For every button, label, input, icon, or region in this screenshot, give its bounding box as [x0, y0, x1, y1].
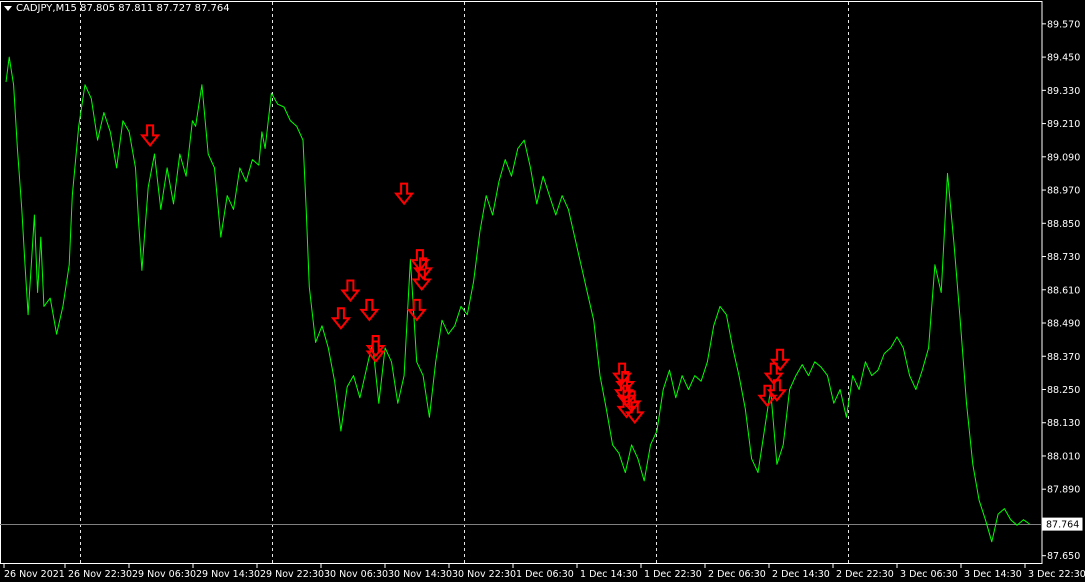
sell-arrow-icon[interactable]	[365, 340, 386, 364]
y-tick-label: 88.130	[1047, 418, 1080, 429]
sell-arrow-icon[interactable]	[394, 182, 415, 206]
chart-window: CADJPY,M15 87.805 87.811 87.727 87.764 8…	[0, 0, 1085, 582]
x-tick-label: 2 Dec 14:30	[772, 569, 830, 580]
sell-arrow-icon[interactable]	[330, 307, 351, 330]
sell-arrow-icon[interactable]	[139, 124, 161, 148]
last-price-label: 87.764	[1046, 520, 1079, 531]
x-tick-label: 2 Dec 22:30	[836, 569, 894, 580]
x-tick-label: 1 Dec 06:30	[516, 569, 574, 580]
x-tick-label: 3 Dec 22:30	[1028, 569, 1085, 580]
x-tick-label: 3 Dec 14:30	[964, 569, 1022, 580]
x-tick-label: 3 Dec 06:30	[900, 569, 958, 580]
price-chart[interactable]: 89.570 89.450 89.330 89.210 89.090 88.970 88.8…	[0, 0, 1085, 582]
x-tick-label: 26 Nov 2021	[4, 569, 65, 580]
sell-arrow-icon[interactable]	[359, 298, 380, 322]
y-tick-label: 88.610	[1047, 285, 1080, 296]
x-tick-label: 30 Nov 06:30	[324, 569, 388, 580]
x-tick-label: 29 Nov 14:30	[196, 569, 260, 580]
sell-arrow-icon[interactable]	[340, 279, 361, 303]
y-tick-label: 87.650	[1047, 551, 1080, 562]
x-tick-label: 30 Nov 22:30	[452, 569, 516, 580]
x-tick-label: 30 Nov 14:30	[388, 569, 452, 580]
y-tick-label: 87.890	[1047, 485, 1080, 496]
y-tick-label: 88.010	[1047, 451, 1080, 462]
y-tick-label: 89.210	[1047, 119, 1080, 130]
price-series-line	[5, 56, 1030, 543]
y-tick-label: 88.970	[1047, 186, 1080, 197]
y-tick-label: 88.370	[1047, 352, 1080, 363]
y-tick-label: 88.850	[1047, 219, 1080, 230]
y-tick-label: 89.450	[1047, 53, 1080, 64]
y-tick-label: 89.090	[1047, 152, 1080, 163]
plot-frame	[0, 1, 1043, 564]
x-tick-label: 1 Dec 22:30	[644, 569, 702, 580]
sell-arrow-icon[interactable]	[769, 348, 791, 372]
x-tick-label: 2 Dec 06:30	[708, 569, 766, 580]
y-tick-label: 89.570	[1047, 19, 1080, 30]
x-tick-label: 29 Nov 06:30	[132, 569, 196, 580]
y-tick-label: 88.490	[1047, 319, 1080, 330]
y-tick-label: 88.250	[1047, 385, 1080, 396]
sell-arrow-icon[interactable]	[615, 370, 636, 394]
x-tick-label: 29 Nov 22:30	[260, 569, 324, 580]
sell-arrow-icon[interactable]	[412, 257, 434, 280]
x-tick-label: 26 Nov 22:30	[68, 569, 132, 580]
x-tick-label: 1 Dec 14:30	[580, 569, 638, 580]
sell-arrow-icon[interactable]	[406, 298, 427, 322]
y-tick-label: 88.730	[1047, 252, 1080, 263]
y-tick-label: 89.330	[1047, 86, 1080, 97]
